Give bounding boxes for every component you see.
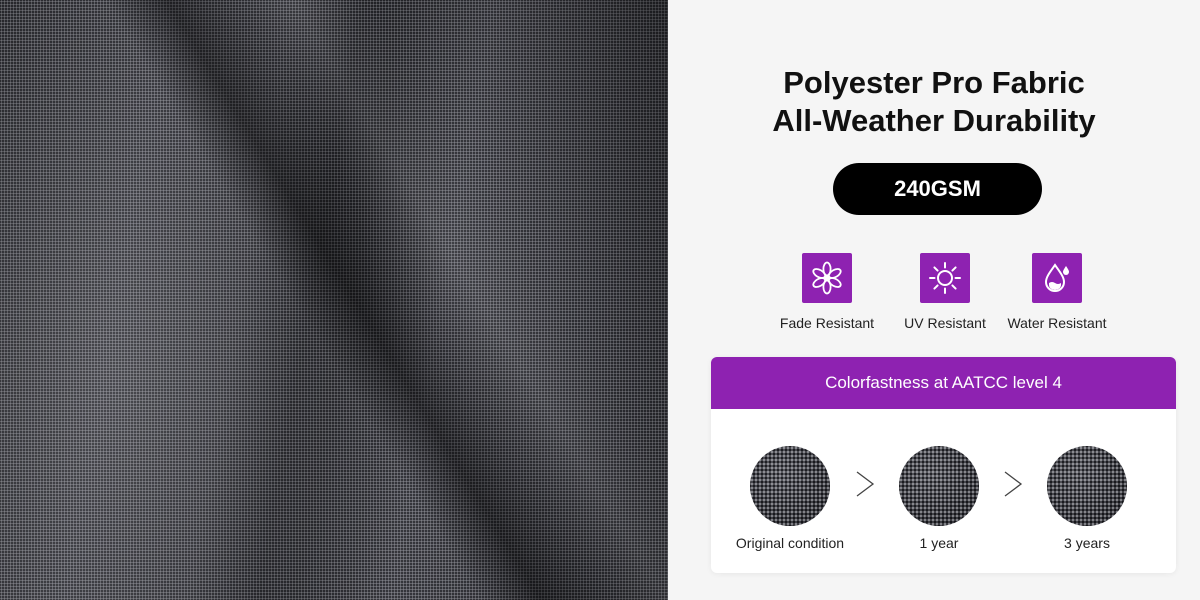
water-drop-icon <box>1032 253 1082 303</box>
fabric-highlight <box>0 0 668 600</box>
colorfastness-card: Colorfastness at AATCC level 4 Original … <box>711 357 1176 573</box>
fabric-photo <box>0 0 668 600</box>
swatch-original <box>750 446 830 526</box>
info-panel: Polyester Pro Fabric All-Weather Durabil… <box>668 0 1200 600</box>
swatch-3-years <box>1047 446 1127 526</box>
swatch-1-year <box>899 446 979 526</box>
feature-water-resistant: Water Resistant <box>982 253 1132 331</box>
chevron-right-icon <box>1003 469 1023 499</box>
sun-icon <box>920 253 970 303</box>
feature-label: Water Resistant <box>1007 315 1107 331</box>
flower-icon <box>802 253 852 303</box>
headline: Polyester Pro Fabric All-Weather Durabil… <box>668 64 1200 140</box>
chevron-right-icon <box>855 469 875 499</box>
stage-label-3-years: 3 years <box>1064 535 1110 551</box>
colorfastness-title: Colorfastness at AATCC level 4 <box>711 357 1176 409</box>
headline-line-1: Polyester Pro Fabric <box>783 65 1085 100</box>
weight-badge: 240GSM <box>833 163 1042 215</box>
stage-label-1-year: 1 year <box>919 535 959 551</box>
stage-label-original: Original condition <box>735 535 845 551</box>
headline-line-2: All-Weather Durability <box>772 103 1096 138</box>
